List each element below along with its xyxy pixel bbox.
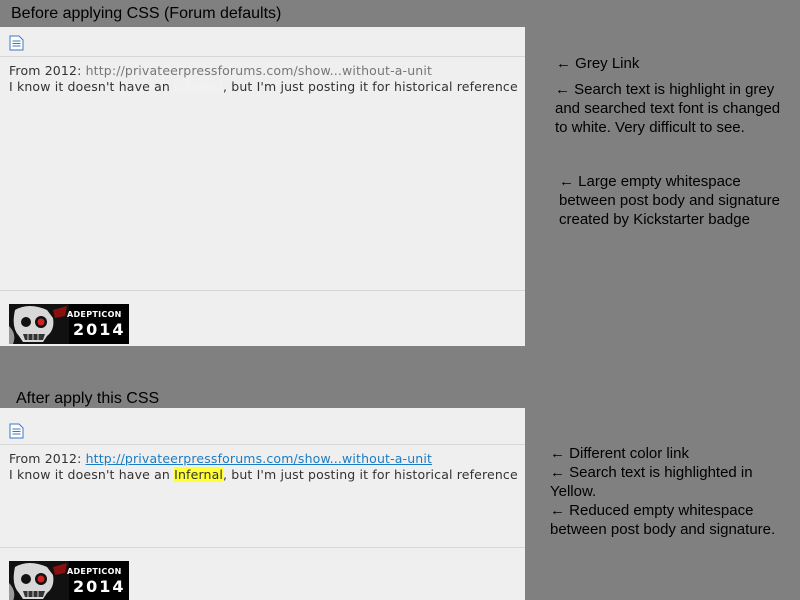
post-header-divider [0, 444, 525, 445]
body-text-prefix: I know it doesn't have an [9, 467, 175, 482]
after-post-panel: From 2012: http://privateerpressforums.c… [0, 408, 525, 600]
search-highlight-yellow: Infernal [174, 467, 224, 482]
before-heading: Before applying CSS (Forum defaults) [11, 5, 282, 22]
search-highlight-grey: Infernal [174, 79, 224, 94]
adepticon-badge[interactable]: ADEPTICON 2014 [9, 561, 129, 600]
badge-title: ADEPTICON [67, 567, 122, 576]
post-header-divider [0, 56, 525, 57]
body-text-prefix: I know it doesn't have an [9, 79, 175, 94]
quote-source-line: From 2012: http://privateerpressforums.c… [9, 63, 432, 78]
note-after-changes: ← Different color link ← Search text is … [550, 445, 776, 538]
before-post-panel: From 2012: http://privateerpressforums.c… [0, 27, 525, 346]
body-text-suffix: , but I'm just posting it for historical… [223, 467, 518, 482]
skull-icon [9, 561, 69, 600]
badge-year: 2014 [73, 320, 126, 339]
body-text-suffix: , but I'm just posting it for historical… [223, 79, 518, 94]
note-large-whitespace: ← Large empty whitespace between post bo… [559, 173, 780, 228]
after-heading: After apply this CSS [16, 390, 160, 407]
note-grey-link: ← Grey Link [556, 55, 640, 72]
quote-source-line: From 2012: http://privateerpressforums.c… [9, 451, 432, 466]
quote-source-label: From 2012: [9, 63, 86, 78]
document-icon[interactable] [9, 423, 24, 439]
grey-link[interactable]: http://privateerpressforums.com/show...w… [86, 63, 432, 78]
document-icon[interactable] [9, 35, 24, 51]
badge-title: ADEPTICON [67, 310, 122, 319]
badge-year: 2014 [73, 577, 126, 596]
post-body-line: I know it doesn't have an Infernal, but … [9, 79, 518, 94]
skull-icon [9, 304, 69, 344]
quote-source-label: From 2012: [9, 451, 86, 466]
post-body-line: I know it doesn't have an Infernal, but … [9, 467, 518, 482]
signature-divider [0, 290, 525, 291]
note-grey-highlight: ← Search text is highlight in grey and s… [555, 81, 781, 136]
signature-divider [0, 547, 525, 548]
blue-link[interactable]: http://privateerpressforums.com/show...w… [86, 451, 432, 466]
adepticon-badge[interactable]: ADEPTICON 2014 [9, 304, 129, 344]
